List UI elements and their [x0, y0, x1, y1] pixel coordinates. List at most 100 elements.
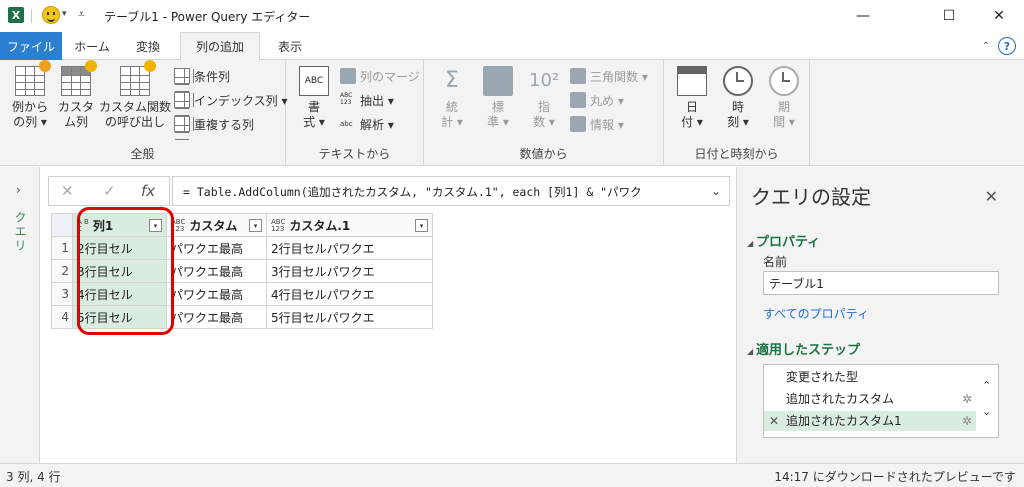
- time-button[interactable]: 時 刻 ▾: [718, 66, 758, 130]
- quick-access-toolbar-icon[interactable]: ⩡: [78, 7, 85, 22]
- steps-scrollbar[interactable]: ⌃ ⌄: [976, 365, 998, 437]
- duration-button[interactable]: 期 間 ▾: [764, 66, 804, 130]
- rounding-icon: [570, 92, 586, 108]
- scroll-down-chevron-icon[interactable]: ⌄: [982, 405, 991, 418]
- merge-columns-button[interactable]: 列のマージ: [340, 66, 420, 86]
- merge-columns-icon: [340, 68, 356, 84]
- filter-dropdown-icon[interactable]: ▾: [249, 219, 262, 232]
- format-button[interactable]: ABC 書 式 ▾: [294, 66, 334, 130]
- ribbon-group-text: ABC 書 式 ▾ 列のマージ ABC 123 抽出 ▾ abc 解析 ▾ テキストか…: [286, 60, 424, 166]
- cancel-formula-icon[interactable]: ✕: [61, 182, 74, 200]
- tab-home[interactable]: ホーム: [66, 32, 118, 60]
- preview-download-status: 14:17 にダウンロードされたプレビューです: [774, 470, 1016, 484]
- conditional-column-button[interactable]: 条件列: [174, 66, 230, 86]
- table-cell[interactable]: 2行目セルパワクエ: [266, 236, 433, 260]
- table-cell[interactable]: 3行目セルパワクエ: [266, 259, 433, 283]
- column-header-custom-1[interactable]: ABC 123 カスタム.1 ▾: [266, 213, 433, 237]
- tab-file[interactable]: ファイル: [0, 32, 62, 60]
- queries-label[interactable]: クエリ: [12, 211, 29, 253]
- formula-text[interactable]: = Table.AddColumn(追加されたカスタム, "カスタム.1", e…: [183, 184, 642, 200]
- scientific-button[interactable]: 10² 指 数 ▾: [526, 66, 562, 130]
- parse-button[interactable]: abc 解析 ▾: [340, 114, 394, 134]
- ribbon-collapse-icon[interactable]: ⌃: [982, 41, 990, 52]
- tab-view[interactable]: 表示: [264, 32, 316, 60]
- expand-formula-chevron-icon[interactable]: ⌄: [711, 184, 721, 198]
- text-type-icon[interactable]: A BC: [77, 219, 89, 233]
- rounding-button[interactable]: 丸め ▾: [570, 90, 624, 110]
- step-item-selected[interactable]: ✕ 追加されたカスタム1 ✲: [764, 411, 976, 431]
- step-settings-gear-icon[interactable]: ✲: [962, 411, 972, 431]
- information-button[interactable]: 情報 ▾: [570, 114, 624, 134]
- ribbon-group-datetime: 日 付 ▾ 時 刻 ▾ 期 間 ▾ 日付と時刻から: [664, 60, 810, 166]
- standard-operators-icon: [483, 66, 513, 96]
- formula-buttons: ✕ ✓ fx: [48, 176, 170, 206]
- clock-icon: [723, 66, 753, 96]
- confirm-formula-icon[interactable]: ✓: [103, 182, 116, 200]
- table-row: 2 3行目セル パワクエ最高 3行目セルパワクエ: [51, 259, 433, 283]
- table-cell[interactable]: 5行目セル: [72, 305, 167, 329]
- duplicate-column-button[interactable]: 重複する列: [174, 114, 254, 134]
- applied-steps-header[interactable]: 適用したステップ: [747, 339, 860, 358]
- delete-step-icon[interactable]: ✕: [769, 411, 779, 431]
- group-label-datetime: 日付と時刻から: [694, 147, 779, 161]
- table-cell[interactable]: パワクエ最高: [166, 305, 267, 329]
- index-column-icon: [174, 92, 190, 108]
- extract-icon: ABC 123: [340, 92, 353, 106]
- step-item[interactable]: 変更された型: [764, 367, 976, 387]
- date-button[interactable]: 日 付 ▾: [672, 66, 712, 130]
- tab-add-column[interactable]: 列の追加: [180, 32, 260, 61]
- expand-queries-chevron-icon[interactable]: ›: [16, 183, 21, 197]
- scroll-up-chevron-icon[interactable]: ⌃: [982, 379, 991, 392]
- smiley-dropdown-icon[interactable]: ▾: [62, 9, 67, 19]
- step-settings-gear-icon[interactable]: ✲: [962, 389, 972, 409]
- query-settings-pane: クエリの設定 ✕ プロパティ 名前 テーブル1 すべてのプロパティ 適用したステ…: [736, 167, 1024, 463]
- any-type-icon[interactable]: ABC 123: [271, 219, 285, 233]
- any-type-icon[interactable]: ABC 123: [171, 219, 185, 233]
- column-from-examples-button[interactable]: 例から の列 ▾: [8, 60, 52, 130]
- row-column-count: 3 列, 4 行: [6, 470, 61, 484]
- step-item[interactable]: 追加されたカスタム ✲: [764, 389, 976, 409]
- table-cell[interactable]: 4行目セル: [72, 282, 167, 306]
- table-cell[interactable]: パワクエ最高: [166, 236, 267, 260]
- ribbon-tabs: ファイル ホーム 変換 列の追加 表示 ⌃ ?: [0, 32, 1024, 61]
- filter-dropdown-icon[interactable]: ▾: [149, 219, 162, 232]
- statistics-button[interactable]: Σ 統 計 ▾: [434, 66, 470, 130]
- excel-logo-icon: X: [8, 7, 24, 23]
- custom-column-button[interactable]: カスタ ム列: [56, 60, 97, 130]
- invoke-custom-function-button[interactable]: カスタム関数 の呼び出し: [98, 60, 172, 130]
- help-icon[interactable]: ?: [998, 37, 1016, 55]
- group-label-number: 数値から: [519, 147, 568, 161]
- formula-input[interactable]: = Table.AddColumn(追加されたカスタム, "カスタム.1", e…: [172, 176, 730, 206]
- tab-transform[interactable]: 変換: [122, 32, 174, 60]
- trigonometry-button[interactable]: 三角関数 ▾: [570, 66, 648, 86]
- table-cell[interactable]: パワクエ最高: [166, 259, 267, 283]
- ribbon-group-general: 例から の列 ▾ カスタ ム列 カスタム関数 の呼び出し 条件列 インデックス列…: [0, 60, 287, 166]
- maximize-button[interactable]: ☐: [926, 0, 972, 32]
- fx-icon[interactable]: fx: [141, 182, 155, 200]
- close-button[interactable]: ✕: [976, 0, 1022, 32]
- column-header-custom[interactable]: ABC 123 カスタム ▾: [166, 213, 267, 237]
- query-name-input[interactable]: テーブル1: [763, 271, 999, 295]
- title-separator: [31, 9, 32, 23]
- close-settings-icon[interactable]: ✕: [985, 187, 998, 206]
- extract-button[interactable]: ABC 123 抽出 ▾: [340, 90, 394, 110]
- group-label-text: テキストから: [318, 147, 391, 161]
- column-header-col1[interactable]: A B C 列1 ▾: [72, 213, 167, 237]
- scientific-icon: 10²: [529, 70, 560, 91]
- minimize-button[interactable]: —: [840, 0, 886, 32]
- table-cell[interactable]: 5行目セルパワクエ: [266, 305, 433, 329]
- properties-header[interactable]: プロパティ: [747, 231, 820, 250]
- table-cell[interactable]: 3行目セル: [72, 259, 167, 283]
- index-column-button[interactable]: インデックス列 ▾: [174, 90, 287, 110]
- stopwatch-icon: [769, 66, 799, 96]
- grid-corner-table-icon[interactable]: [51, 213, 73, 237]
- standard-button[interactable]: 標 準 ▾: [480, 66, 516, 130]
- table-cell[interactable]: 4行目セルパワクエ: [266, 282, 433, 306]
- filter-dropdown-icon[interactable]: ▾: [415, 219, 428, 232]
- table-cell[interactable]: 2行目セル: [72, 236, 167, 260]
- table-cell[interactable]: パワクエ最高: [166, 282, 267, 306]
- title-bar: X ▾ ⩡ テーブル1 - Power Query エディター — ☐ ✕: [0, 0, 1024, 32]
- table-row: 4 5行目セル パワクエ最高 5行目セルパワクエ: [51, 305, 433, 329]
- feedback-smiley-icon[interactable]: [42, 6, 60, 24]
- all-properties-link[interactable]: すべてのプロパティ: [763, 305, 869, 322]
